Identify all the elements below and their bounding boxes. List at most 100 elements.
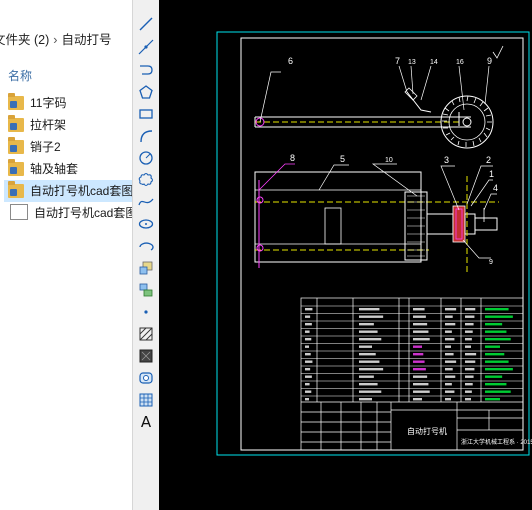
parts-list-cell-mark	[413, 323, 428, 326]
title-block-name: 自动打号机	[407, 426, 447, 436]
parts-list-cell-mark	[305, 308, 313, 311]
region-tool-icon[interactable]	[136, 368, 156, 388]
parts-list-cell-mark	[445, 360, 457, 363]
list-item-selected[interactable]: 自动打号机cad套图	[4, 180, 132, 202]
polygon-tool-icon[interactable]	[136, 82, 156, 102]
parts-list-cell-mark	[413, 315, 426, 318]
point-tool-icon[interactable]	[136, 302, 156, 322]
parts-list-cell-mark	[485, 315, 513, 318]
spline-tool-icon[interactable]	[136, 192, 156, 212]
parts-list-cell-mark	[413, 360, 425, 363]
parts-list-cell-mark	[485, 383, 507, 386]
list-item[interactable]: 轴及轴套	[4, 158, 132, 180]
text-tool-label: A	[140, 413, 152, 431]
arc-tool-icon[interactable]	[136, 126, 156, 146]
file-list: 11字码 拉杆架 销子2 轴及轴套 自动打号机cad套图 自动打号机cad套图	[4, 92, 132, 224]
breadcrumb-item[interactable]: 文件夹 (2)	[0, 29, 49, 51]
file-explorer-pane: 文件夹 (2) ›自动打号 名称 11字码 拉杆架 销子2 轴及轴套 自动打号机c…	[0, 0, 132, 510]
file-name: 自动打号机cad套图	[30, 184, 132, 198]
balloon-label: 10	[385, 157, 393, 164]
top-view	[254, 65, 494, 149]
parts-list-cell-mark	[359, 308, 380, 311]
file-name: 拉杆架	[30, 118, 67, 132]
balloon-label: 13	[408, 59, 416, 66]
parts-list-cell-mark	[359, 390, 382, 393]
parts-list-cell-mark	[305, 398, 309, 401]
column-header-name[interactable]: 名称	[8, 67, 32, 84]
parts-list-cell-mark	[465, 353, 477, 356]
gradient-tool-icon[interactable]	[136, 346, 156, 366]
parts-list-cell-mark	[413, 338, 430, 341]
parts-list-cell-mark	[445, 368, 453, 371]
folder-icon	[8, 115, 24, 132]
cad-drawing: 6 7 13 14 16 9 8 5 10 3 2 1 4 9 自动打号机 浙江…	[216, 31, 532, 456]
make-block-tool-icon[interactable]	[136, 280, 156, 300]
balloon-label: 5	[340, 154, 345, 164]
breadcrumb: 文件夹 (2) ›自动打号	[0, 29, 132, 51]
parts-list-cell-mark	[485, 345, 500, 348]
parts-list-cell-mark	[465, 338, 472, 341]
parts-list-cell-mark	[485, 308, 509, 311]
polyline-tool-icon[interactable]	[136, 60, 156, 80]
construction-line-tool-icon[interactable]	[136, 37, 156, 57]
circle-tool-icon[interactable]	[136, 148, 156, 168]
revision-cloud-tool-icon[interactable]	[136, 170, 156, 190]
parts-list-cell-mark	[445, 323, 456, 326]
parts-list-cell-mark	[305, 353, 311, 356]
rectangle-tool-icon[interactable]	[136, 104, 156, 124]
parts-list-cell-mark	[445, 315, 453, 318]
insert-block-tool-icon[interactable]	[136, 258, 156, 278]
list-item[interactable]: 自动打号机cad套图	[4, 202, 132, 224]
balloon-label: 6	[288, 56, 293, 66]
parts-list-cell-mark	[305, 390, 312, 393]
file-name: 自动打号机cad套图	[34, 206, 132, 220]
parts-list-cell-mark	[305, 323, 312, 326]
list-item[interactable]: 拉杆架	[4, 114, 132, 136]
parts-list-cell-mark	[485, 390, 511, 393]
parts-list-cell-mark	[465, 360, 476, 363]
balloon-label: 16	[456, 59, 464, 66]
multiline-text-tool-icon[interactable]: A	[136, 412, 156, 432]
ellipse-tool-icon[interactable]	[136, 214, 156, 234]
parts-list-cell-mark	[465, 345, 471, 348]
parts-list-cell-mark	[305, 375, 312, 378]
parts-list-cell-mark	[413, 398, 422, 401]
parts-list-cell-mark	[445, 390, 455, 393]
list-item[interactable]: 销子2	[4, 136, 132, 158]
balloon-label: 7	[395, 56, 400, 66]
parts-list-cell-mark	[359, 315, 384, 318]
folder-icon	[8, 159, 24, 176]
parts-list-cell-mark	[465, 308, 476, 311]
parts-list-cell-mark	[465, 383, 473, 386]
front-view	[254, 163, 499, 272]
parts-list-cell-mark	[359, 330, 378, 333]
parts-list-cell-mark	[465, 323, 474, 326]
parts-list-cell-mark	[465, 398, 471, 401]
drawing-canvas[interactable]: 6 7 13 14 16 9 8 5 10 3 2 1 4 9 自动打号机 浙江…	[159, 0, 532, 510]
parts-list-cell-mark	[465, 375, 474, 378]
breadcrumb-item[interactable]: 自动打号	[61, 29, 111, 51]
parts-list-cell-mark	[305, 383, 310, 386]
balloon-label: 14	[430, 59, 438, 66]
document-icon	[10, 204, 28, 220]
ellipse-arc-tool-icon[interactable]	[136, 236, 156, 256]
parts-list-cell-mark	[445, 353, 454, 356]
folder-icon	[8, 181, 24, 198]
parts-list-cell-mark	[445, 345, 451, 348]
parts-list-cell-mark	[305, 315, 311, 318]
title-block-company: 浙江大学机械工程系 · 2015届	[461, 438, 532, 446]
chevron-right-icon: ›	[53, 33, 58, 47]
parts-list-cell-mark	[485, 353, 505, 356]
list-item[interactable]: 11字码	[4, 92, 132, 114]
folder-icon	[8, 137, 24, 154]
balloon-label: 9	[487, 56, 492, 66]
line-tool-icon[interactable]	[136, 14, 156, 34]
hatch-tool-icon[interactable]	[136, 324, 156, 344]
table-tool-icon[interactable]	[136, 390, 156, 410]
balloon-label: 3	[444, 155, 449, 165]
balloon-label: 1	[489, 169, 494, 179]
parts-list-cell-mark	[413, 330, 429, 333]
parts-list-cell-mark	[465, 315, 475, 318]
parts-list-cell-mark	[413, 308, 425, 311]
parts-list-cell-mark	[465, 330, 473, 333]
